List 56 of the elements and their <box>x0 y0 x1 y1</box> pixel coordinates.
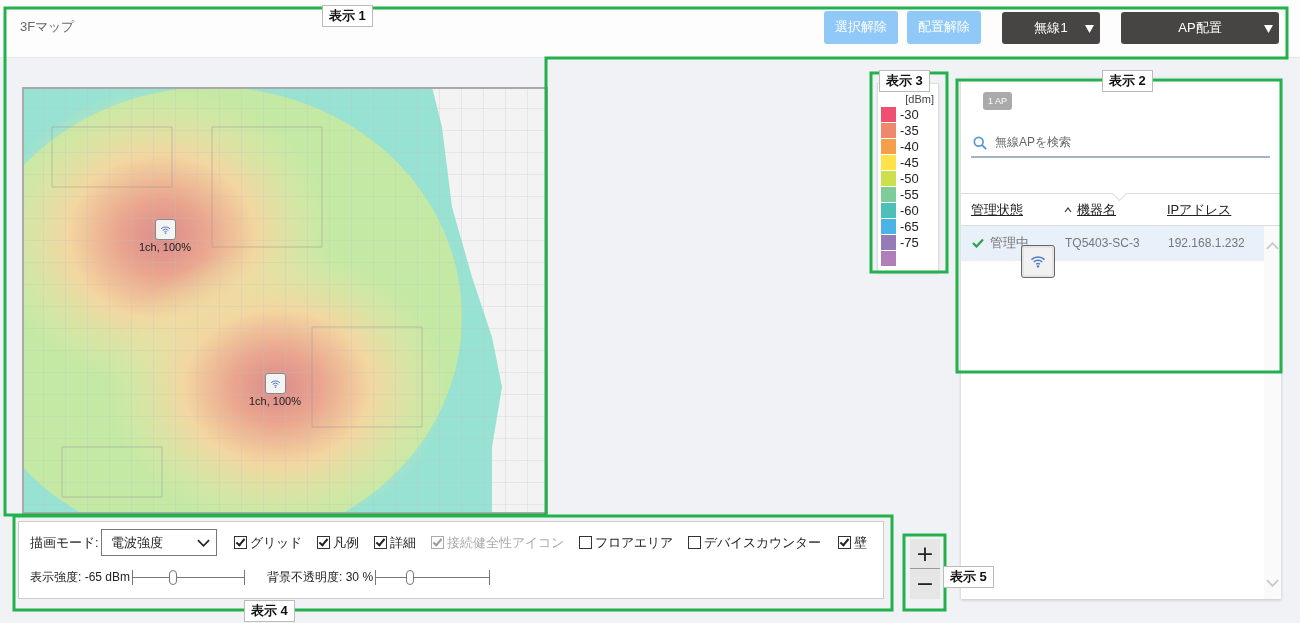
legend-value: -60 <box>900 202 919 218</box>
legend-value: -65 <box>900 218 919 234</box>
sort-icon <box>1064 206 1072 213</box>
checkbox-label: フロアエリア <box>594 533 673 552</box>
callout-label: 表示 2 <box>1102 70 1153 92</box>
access-point-icon[interactable] <box>264 373 286 394</box>
access-point-label: 1ch, 100% <box>249 395 301 407</box>
checkbox-label: 詳細 <box>389 533 416 552</box>
legend-value: -55 <box>900 186 919 202</box>
legend-value: -50 <box>900 170 919 186</box>
search-field[interactable]: 無線APを検索 <box>971 128 1270 158</box>
access-point-icon[interactable] <box>154 219 176 240</box>
checkbox[interactable] <box>233 536 247 549</box>
callout-label: 表示 4 <box>244 600 295 622</box>
caret-icon <box>1264 23 1273 33</box>
callout-label: 表示 1 <box>322 5 373 27</box>
checkbox-label: 壁 <box>853 533 867 552</box>
table-row[interactable]: 管理中 TQ5403-SC-3 192.168.1.232 <box>961 226 1264 261</box>
checkbox[interactable] <box>837 536 851 549</box>
legend-value: -45 <box>900 154 919 170</box>
zoom-button[interactable]: − <box>910 569 940 599</box>
table-cell: 管理中 <box>990 234 1029 252</box>
count-badge: 1 AP <box>983 92 1012 110</box>
checkbox[interactable] <box>578 536 592 549</box>
checkbox-label: グリッド <box>249 533 302 552</box>
chevron-down-icon <box>196 538 210 547</box>
checkbox-label: デバイスカウンター <box>703 533 821 552</box>
slider-label: 背景不透明度: 30 % <box>267 569 374 586</box>
mode-label: 描画モード: <box>30 533 99 552</box>
legend-value: -35 <box>900 122 919 138</box>
callout-label: 表示 5 <box>943 566 994 588</box>
dropdown-button[interactable]: AP配置 <box>1121 11 1279 44</box>
mode-select[interactable]: 電波強度 <box>100 529 217 556</box>
slider-thumb[interactable] <box>169 570 177 585</box>
legend-value: -40 <box>900 138 919 154</box>
legend-value: -75 <box>900 234 919 250</box>
column-header[interactable]: 機器名 <box>1064 200 1167 219</box>
checkbox-label: 接続健全性アイコン <box>446 533 564 552</box>
callout-label: 表示 3 <box>879 70 930 92</box>
legend-unit: [dBm] <box>905 94 934 105</box>
table-cell-text: TQ5403-SC-3 <box>1065 236 1141 250</box>
dropdown-button[interactable]: 無線1 <box>1002 11 1100 44</box>
access-point-label: 1ch, 100% <box>139 241 191 253</box>
table-cell: 192.168.1.232 <box>1168 236 1245 250</box>
caret-icon <box>1085 23 1094 33</box>
legend-value: -30 <box>900 106 919 122</box>
zoom-button[interactable]: + <box>910 539 940 569</box>
column-header[interactable]: 管理状態 <box>971 200 1064 219</box>
checkbox[interactable] <box>687 536 701 549</box>
slider-label: 表示強度: -65 dBm <box>30 569 131 586</box>
search-icon <box>973 136 987 150</box>
checkbox[interactable] <box>373 536 387 549</box>
checkbox-label: 凡例 <box>332 533 359 552</box>
checkbox[interactable] <box>316 536 330 549</box>
map-title: 3Fマップ <box>20 18 75 36</box>
slider-thumb[interactable] <box>405 570 414 585</box>
